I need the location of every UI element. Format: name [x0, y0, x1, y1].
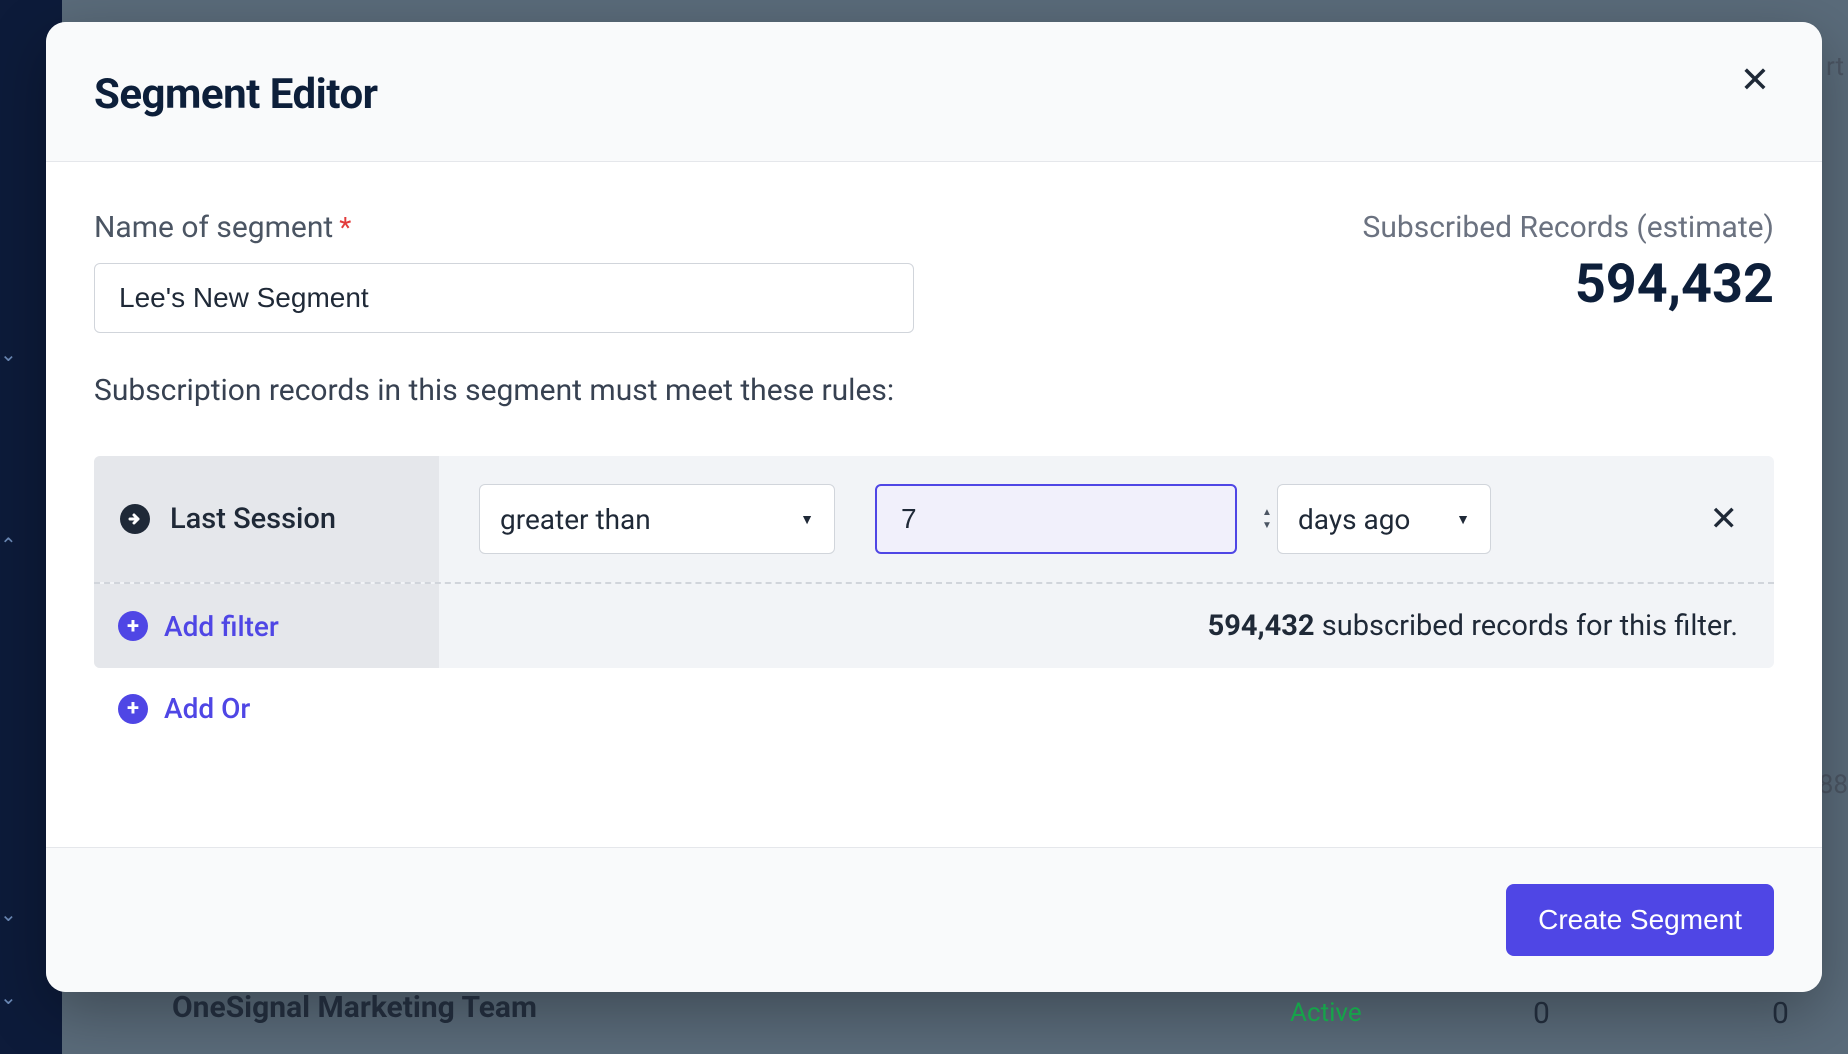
filter-value-input[interactable] — [901, 503, 1262, 535]
unit-value: days ago — [1298, 503, 1410, 536]
close-icon: ✕ — [1710, 500, 1739, 538]
modal-title: Segment Editor — [94, 70, 1774, 119]
add-or-button[interactable]: + Add Or — [94, 692, 1774, 725]
plus-circle-icon: + — [118, 694, 148, 724]
filter-summary-row: + Add filter 594,432 subscribed records … — [94, 584, 1774, 668]
rules-intro-text: Subscription records in this segment mus… — [94, 373, 1774, 408]
background-text: rt — [1826, 52, 1844, 82]
spinner-up-icon: ▲ — [1262, 507, 1272, 518]
remove-filter-button[interactable]: ✕ — [1710, 499, 1739, 539]
chevron-down-icon: ▼ — [1456, 511, 1470, 528]
number-spinner[interactable]: ▲ ▼ — [1262, 507, 1272, 531]
filter-type-cell: Last Session — [94, 456, 439, 582]
background-zero: 0 — [1533, 996, 1550, 1031]
segment-name-input[interactable] — [94, 263, 914, 333]
estimate-label: Subscribed Records (estimate) — [1363, 210, 1774, 245]
close-button[interactable]: ✕ — [1740, 62, 1770, 98]
name-label-row: Name of segment * — [94, 210, 914, 245]
filter-count-rest: subscribed records for this filter. — [1315, 609, 1738, 643]
background-zero: 0 — [1772, 996, 1789, 1031]
background-team-name: OneSignal Marketing Team — [172, 990, 537, 1025]
top-row: Name of segment * Subscribed Records (es… — [94, 210, 1774, 333]
add-filter-button[interactable]: + Add filter — [94, 584, 439, 668]
modal-body: Name of segment * Subscribed Records (es… — [46, 162, 1822, 847]
name-field-group: Name of segment * — [94, 210, 914, 333]
background-status: Active — [1290, 998, 1362, 1028]
filter-type-label: Last Session — [170, 502, 336, 536]
filter-count-number: 594,432 — [1208, 609, 1315, 643]
filter-count-text: 594,432 subscribed records for this filt… — [439, 609, 1774, 643]
unit-select[interactable]: days ago ▼ — [1277, 484, 1491, 554]
chevron-down-icon: ⌄ — [0, 902, 17, 926]
last-session-icon — [118, 502, 152, 536]
modal-header: Segment Editor ✕ — [46, 22, 1822, 162]
estimate-value: 594,432 — [1363, 253, 1774, 316]
value-input-wrap[interactable]: ▲ ▼ — [875, 484, 1237, 554]
modal-footer: Create Segment — [46, 847, 1822, 992]
add-filter-label: Add filter — [164, 610, 279, 643]
operator-select[interactable]: greater than ▼ — [479, 484, 835, 554]
filter-row: Last Session greater than ▼ ▲ ▼ — [94, 456, 1774, 582]
chevron-down-icon: ▼ — [800, 511, 814, 528]
chevron-down-icon: ⌄ — [0, 342, 17, 366]
close-icon: ✕ — [1740, 59, 1770, 100]
add-or-label: Add Or — [164, 692, 250, 725]
filter-controls: greater than ▼ ▲ ▼ days ago ▼ — [439, 484, 1774, 554]
background-text: 88 — [1819, 770, 1848, 800]
segment-editor-modal: Segment Editor ✕ Name of segment * Subsc… — [46, 22, 1822, 992]
name-field-label: Name of segment — [94, 210, 333, 245]
create-segment-button[interactable]: Create Segment — [1506, 884, 1774, 956]
chevron-up-icon: ⌃ — [0, 533, 17, 557]
estimate-group: Subscribed Records (estimate) 594,432 — [1363, 210, 1774, 316]
filter-block: Last Session greater than ▼ ▲ ▼ — [94, 456, 1774, 668]
chevron-down-icon: ⌄ — [0, 985, 17, 1009]
required-indicator: * — [339, 211, 351, 244]
spinner-down-icon: ▼ — [1262, 520, 1272, 531]
plus-circle-icon: + — [118, 611, 148, 641]
operator-value: greater than — [500, 503, 651, 536]
